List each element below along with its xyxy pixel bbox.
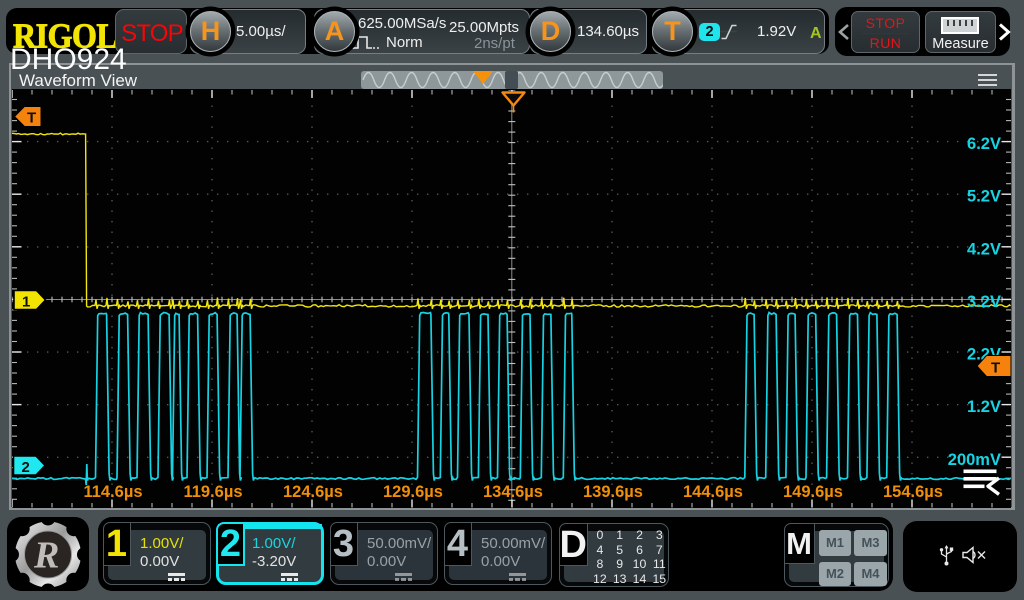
svg-text:154.6µs: 154.6µs (883, 483, 943, 501)
svg-text:134.6µs: 134.6µs (483, 483, 543, 501)
svg-text:R: R (33, 535, 59, 577)
svg-text:139.6µs: 139.6µs (583, 483, 643, 501)
svg-text:114.6µs: 114.6µs (83, 483, 142, 501)
svg-text:T: T (991, 360, 1000, 377)
svg-text:124.6µs: 124.6µs (283, 483, 343, 501)
svg-text:3.2V: 3.2V (967, 293, 1001, 311)
svg-text:1: 1 (22, 294, 30, 311)
svg-text:6.2V: 6.2V (967, 135, 1001, 153)
svg-text:4.2V: 4.2V (967, 240, 1001, 258)
svg-text:5.2V: 5.2V (967, 188, 1001, 206)
svg-text:129.6µs: 129.6µs (383, 483, 443, 501)
svg-text:149.6µs: 149.6µs (783, 483, 843, 501)
svg-text:119.6µs: 119.6µs (183, 483, 242, 501)
svg-text:1.2V: 1.2V (967, 398, 1001, 416)
svg-text:144.6µs: 144.6µs (683, 483, 743, 501)
svg-text:T: T (27, 110, 36, 127)
svg-text:2: 2 (22, 459, 30, 476)
svg-text:200mV: 200mV (948, 451, 1001, 469)
